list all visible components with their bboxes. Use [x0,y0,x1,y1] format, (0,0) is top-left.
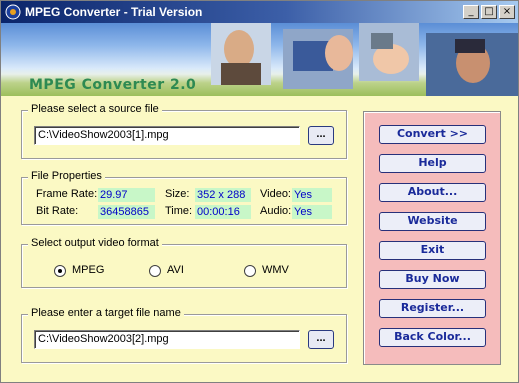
file-properties-group-label: File Properties [28,170,105,182]
target-file-group: Please enter a target file name C:\Video… [21,307,347,363]
action-button-panel: Convert >> Help About... Website Exit Bu… [363,111,501,365]
buy-now-button[interactable]: Buy Now [379,270,486,289]
time-label: Time: [165,205,193,217]
audio-value: Yes [292,205,332,219]
banner: MPEG Converter 2.0 [1,23,518,96]
size-value: 352 x 288 [195,188,251,202]
back-color-button[interactable]: Back Color... [379,328,486,347]
video-label: Video: [260,188,291,200]
source-browse-button[interactable]: ... [308,126,334,145]
source-file-group: Please select a source file C:\VideoShow… [21,103,347,159]
video-value: Yes [292,188,332,202]
target-browse-button[interactable]: ... [308,330,334,349]
size-label: Size: [165,188,190,200]
website-button[interactable]: Website [379,212,486,231]
main-window: MPEG Converter - Trial Version _ □ × MPE… [0,0,519,383]
source-file-group-label: Please select a source file [28,103,162,115]
mpeg-radio[interactable] [54,265,66,277]
banner-photos-image [211,23,518,96]
maximize-button[interactable]: □ [481,5,497,19]
title-bar[interactable]: MPEG Converter - Trial Version _ □ × [1,1,518,23]
avi-radio-label[interactable]: AVI [167,264,184,276]
bit-rate-value: 36458865 [98,205,155,219]
target-file-group-label: Please enter a target file name [28,307,184,319]
register-button[interactable]: Register... [379,299,486,318]
output-format-group: Select output video format MPEG AVI WMV [21,237,347,288]
window-title: MPEG Converter - Trial Version [25,5,203,19]
output-format-group-label: Select output video format [28,237,162,249]
app-icon [5,4,21,20]
source-file-input[interactable]: C:\VideoShow2003[1].mpg [34,126,300,145]
close-button[interactable]: × [499,5,515,19]
minimize-button[interactable]: _ [463,5,479,19]
avi-radio[interactable] [149,265,161,277]
help-button[interactable]: Help [379,154,486,173]
convert-button[interactable]: Convert >> [379,125,486,144]
frame-rate-label: Frame Rate: [36,188,98,200]
frame-rate-value: 29.97 [98,188,155,202]
time-value: 00:00:16 [195,205,251,219]
exit-button[interactable]: Exit [379,241,486,260]
audio-label: Audio: [260,205,292,217]
wmv-radio-label[interactable]: WMV [262,264,289,276]
target-file-input[interactable]: C:\VideoShow2003[2].mpg [34,330,300,349]
about-button[interactable]: About... [379,183,486,202]
wmv-radio[interactable] [244,265,256,277]
banner-title: MPEG Converter 2.0 [29,77,197,93]
file-properties-group: File Properties Frame Rate: 29.97 Bit Ra… [21,170,347,225]
bit-rate-label: Bit Rate: [36,205,79,217]
mpeg-radio-label[interactable]: MPEG [72,264,104,276]
